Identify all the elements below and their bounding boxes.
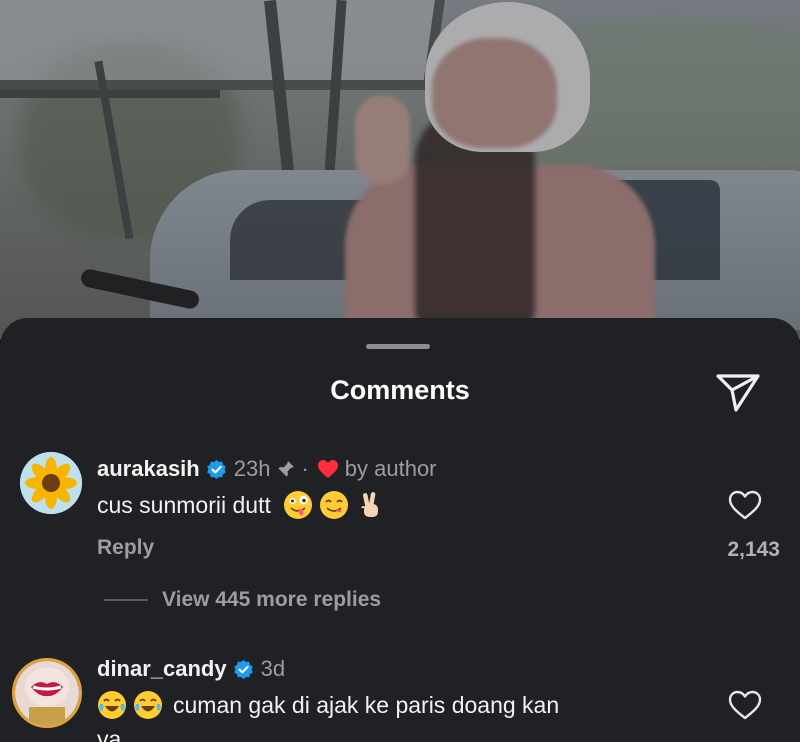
view-more-replies-label: View 445 more replies (162, 588, 382, 611)
sunflower-avatar-icon (20, 452, 82, 514)
like-count: 2,143 (727, 538, 780, 561)
comments-sheet: Comments aurakasih 23h · by author cus s… (0, 318, 800, 742)
like-heart-icon[interactable] (728, 690, 762, 720)
verified-badge-icon (233, 659, 253, 679)
video-background (0, 0, 800, 340)
photo-dim-overlay (0, 0, 800, 340)
zany-face-emoji-icon (283, 491, 312, 519)
tears-of-joy-emoji-icon (98, 691, 126, 719)
reply-button[interactable]: Reply (97, 536, 154, 560)
yum-face-emoji-icon (319, 491, 348, 519)
comment-text-overflow: ya (97, 726, 122, 742)
comment-time: 23h (233, 456, 271, 481)
paper-plane-icon[interactable] (712, 368, 764, 416)
tears-of-joy-emoji-icon (134, 691, 162, 719)
meta-separator: · (301, 456, 309, 481)
view-more-replies[interactable]: View 445 more replies (104, 588, 381, 612)
comment-meta: aurakasih 23h · by author (97, 456, 437, 482)
comment-username[interactable]: dinar_candy (97, 656, 227, 682)
like-heart-icon[interactable] (728, 490, 762, 520)
author-heart-icon (317, 460, 338, 478)
avatar[interactable] (20, 452, 82, 514)
replies-divider-line (104, 599, 148, 601)
comment-meta: dinar_candy 3d (97, 656, 285, 682)
comment-text: cuman gak di ajak ke paris doang kan (173, 691, 560, 718)
sheet-drag-handle[interactable] (366, 344, 430, 349)
avatar[interactable] (12, 658, 82, 728)
pin-icon (278, 461, 295, 477)
sheet-title: Comments (330, 375, 470, 405)
comment-text-row: cus sunmorii dutt (97, 490, 385, 520)
verified-badge-icon (206, 459, 226, 479)
comment-username[interactable]: aurakasih (97, 456, 200, 482)
comment-text: cus sunmorii dutt (97, 491, 271, 518)
liked-by-author-label: by author (344, 456, 437, 481)
lips-avatar-icon (15, 661, 79, 725)
peace-hand-emoji-icon (360, 492, 378, 517)
comment-text-row: cuman gak di ajak ke paris doang kan (97, 690, 559, 720)
comment-time: 3d (260, 656, 286, 681)
